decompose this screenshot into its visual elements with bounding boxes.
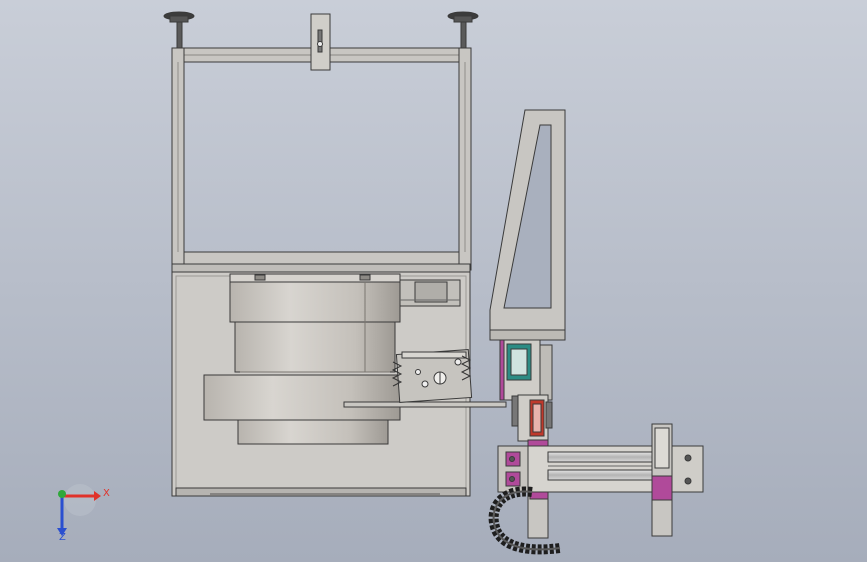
center-bracket[interactable] bbox=[310, 13, 331, 71]
orientation-block[interactable] bbox=[391, 349, 473, 403]
cad-model-view[interactable] bbox=[0, 0, 867, 562]
y-axis-dot bbox=[58, 490, 66, 498]
triad-z-label: Z bbox=[59, 532, 66, 543]
triad-x-label: X bbox=[103, 488, 110, 499]
lower-crossbar[interactable] bbox=[183, 251, 460, 265]
cad-graphics-viewport[interactable]: X Z bbox=[0, 0, 867, 562]
bottom-cabinet[interactable] bbox=[171, 271, 507, 497]
feed-track[interactable] bbox=[343, 401, 507, 408]
top-frame-base-plate[interactable] bbox=[171, 263, 471, 273]
